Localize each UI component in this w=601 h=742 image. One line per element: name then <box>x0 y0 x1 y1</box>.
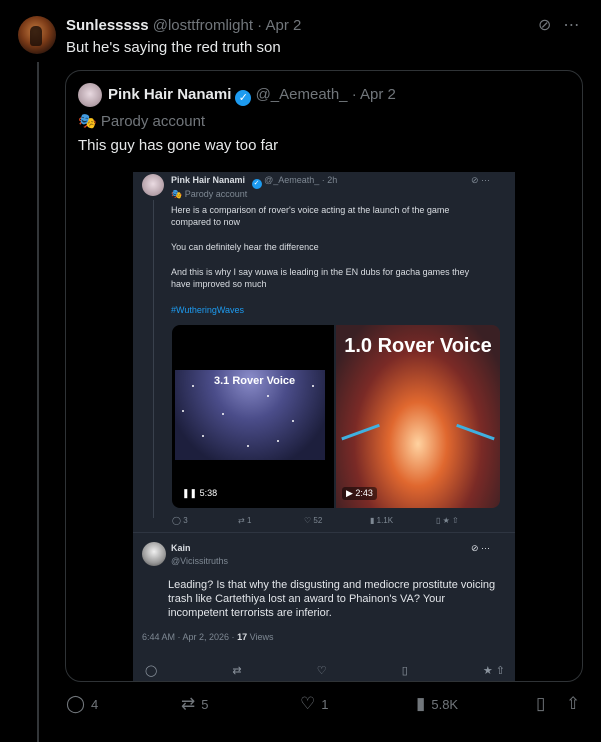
views-count: 5.8K <box>431 696 459 712</box>
video-2-label: 1.0 Rover Voice <box>344 335 492 357</box>
quoted-avatar <box>78 83 102 107</box>
reply-views-label: Views <box>249 632 274 642</box>
avatar[interactable] <box>18 16 56 54</box>
reply-text: Leading? Is that why the disgusting and … <box>168 579 496 619</box>
heart-icon: ♡ <box>300 694 316 713</box>
reply-avatar <box>142 542 166 566</box>
author-name[interactable]: Sunlesssss <box>66 17 149 34</box>
reply-button[interactable]: ◯ 4 <box>66 694 98 714</box>
embedded-reposts: ⇄ 1 <box>238 516 252 525</box>
like-count: 1 <box>321 696 329 712</box>
bookmark-icon: ▯ <box>536 694 546 713</box>
quoted-header: Pink Hair Nanami ✓ @_Aemeath_ · Apr 2 <box>108 86 396 106</box>
video-1-label: 3.1 Rover Voice <box>214 375 296 387</box>
post-actions: ◯ 4 ⇄ 5 ♡ 1 ▮ 5.8K ▯ ⇧ <box>66 694 586 714</box>
stars <box>172 325 334 508</box>
reply-bookmark-icon: ▯ <box>401 665 408 677</box>
embedded-handle: @_Aemeath_ <box>264 175 320 185</box>
comment-icon: ◯ <box>66 694 86 713</box>
reply-meta: 6:44 AM · Apr 2, 2026 · 17 Views <box>142 632 273 642</box>
reply-count: 4 <box>91 696 99 712</box>
embedded-time: · 2h <box>321 175 338 185</box>
embedded-para-3: And this is why I say wuwa is leading in… <box>171 267 470 289</box>
embedded-parody-text: Parody account <box>184 189 248 199</box>
author-handle[interactable]: @losttfromlight <box>153 17 253 34</box>
quoted-post[interactable]: Pink Hair Nanami ✓ @_Aemeath_ · Apr 2 🎭 P… <box>65 70 583 682</box>
wing-left <box>341 423 387 460</box>
embedded-actions: ◯ 3 ⇄ 1 ♡ 52 ▮ 1.1K ▯ ★ ⇧ <box>172 516 502 525</box>
reply-author-name: Kain <box>171 543 191 553</box>
embedded-hashtag: #WutheringWaves <box>171 305 245 315</box>
video-2-duration: ▶ 2:43 <box>342 487 377 500</box>
embedded-avatar <box>142 174 164 196</box>
embedded-likes: ♡ 52 <box>304 516 323 525</box>
video-1-duration: ❚❚ 5:38 <box>178 487 222 500</box>
embedded-views: ▮ 1.1K <box>370 516 394 525</box>
more-icon[interactable]: ⋯ <box>563 18 579 34</box>
reply-author-handle: @Vicissitruths <box>171 556 228 566</box>
embedded-author-name: Pink Hair Nanami <box>171 175 246 185</box>
verified-badge-icon: ✓ <box>235 90 252 106</box>
reply-actions: ◯ ⇄ ♡ ▯ ★ ⇧ <box>145 664 505 677</box>
video-thumbnail-2: 1.0 Rover Voice ▶ 2:43 <box>336 325 500 508</box>
quoted-author-handle: @_Aemeath_ <box>255 86 348 103</box>
embedded-icons: ⊘ ⋯ <box>471 175 491 185</box>
repost-icon: ⇄ <box>181 694 196 713</box>
reply-repost-icon: ⇄ <box>232 665 242 677</box>
quoted-author-name: Pink Hair Nanami <box>108 86 232 103</box>
post-text: But he's saying the red truth son <box>66 39 281 56</box>
slash-circle-icon[interactable]: ⊘ <box>538 18 551 34</box>
reply-icons: ⊘ ⋯ <box>471 543 491 553</box>
post-header: Sunlesssss @losttfromlight · Apr 2 <box>66 17 301 34</box>
embedded-para-1: Here is a comparison of rover's voice ac… <box>171 205 450 227</box>
reply-views-count: 17 <box>237 632 248 642</box>
post-top-icons: ⊘ ⋯ <box>538 18 579 34</box>
embedded-header: Pink Hair Nanami ✓ @_Aemeath_ · 2h <box>171 175 337 189</box>
views-button[interactable]: ▮ 5.8K <box>416 694 458 714</box>
embedded-verified-icon: ✓ <box>251 179 262 189</box>
embedded-replies: ◯ 3 <box>172 516 188 525</box>
like-button[interactable]: ♡ 1 <box>300 694 328 714</box>
post-date[interactable]: · Apr 2 <box>257 17 301 34</box>
reply-time: 6:44 AM · Apr 2, 2026 · <box>142 632 235 642</box>
quoted-date: · Apr 2 <box>351 86 396 103</box>
embedded-bookmark-icon: ▯ ★ ⇧ <box>436 516 459 525</box>
reply-like-icon: ♡ <box>316 665 327 677</box>
repost-button[interactable]: ⇄ 5 <box>181 694 208 714</box>
mask-icon: 🎭 <box>78 113 97 130</box>
bookmark-button[interactable]: ▯ <box>536 694 545 714</box>
parody-label: 🎭 Parody account <box>78 112 205 130</box>
embedded-divider <box>133 532 515 533</box>
quoted-text: This guy has gone way too far <box>78 137 279 154</box>
embedded-screenshot[interactable]: Pink Hair Nanami ✓ @_Aemeath_ · 2h ⊘ ⋯ 🎭… <box>133 172 515 681</box>
reply-comment-icon: ◯ <box>145 665 158 677</box>
share-icon: ⇧ <box>566 694 581 713</box>
parody-text: Parody account <box>100 113 206 130</box>
video-thumbnail-1: 3.1 Rover Voice ❚❚ 5:38 <box>172 325 334 508</box>
bar-chart-icon: ▮ <box>416 694 426 713</box>
share-button[interactable]: ⇧ <box>566 694 580 714</box>
embedded-para-2: You can definitely hear the difference <box>171 242 319 252</box>
embedded-parody-label: 🎭 Parody account <box>171 189 248 199</box>
wing-right <box>449 423 495 460</box>
embedded-thread-line <box>153 200 154 518</box>
thread-line <box>37 62 39 742</box>
repost-count: 5 <box>201 696 209 712</box>
reply-star-icon: ★ ⇧ <box>482 665 505 677</box>
